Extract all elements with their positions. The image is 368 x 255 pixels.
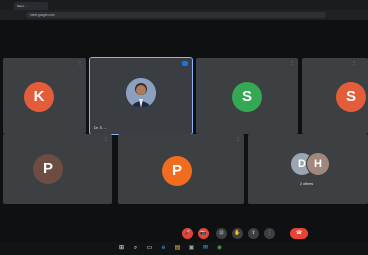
participant-avatar: S: [232, 82, 262, 112]
present-icon: ⇪: [251, 230, 256, 236]
more-icon[interactable]: ⋮: [352, 60, 356, 65]
participant-photo: [126, 78, 156, 108]
camera-off-icon: 📷: [200, 230, 207, 236]
task-view-icon[interactable]: ▭: [146, 244, 153, 252]
more-icon[interactable]: ⋮: [290, 60, 294, 65]
more-icon[interactable]: ⋮: [104, 136, 108, 141]
participant-tile-presenter[interactable]: Dr. S. ...: [89, 57, 193, 135]
person-photo-icon: [126, 78, 156, 108]
more-icon[interactable]: ⋮: [78, 60, 82, 65]
participant-avatar: P: [33, 154, 63, 184]
speaking-indicator-icon: [182, 61, 188, 66]
others-tile[interactable]: D H 2 others: [248, 134, 368, 204]
search-icon[interactable]: ⌕: [132, 244, 139, 252]
present-button[interactable]: ⇪: [248, 228, 259, 239]
participant-tile-p2[interactable]: P ⋮: [118, 134, 244, 204]
mail-icon[interactable]: ✉: [202, 244, 209, 252]
participant-avatar: K: [24, 82, 54, 112]
participant-tile-s1[interactable]: S ⋮: [196, 58, 298, 134]
participant-avatar: S: [336, 82, 366, 112]
browser-tab[interactable]: Meet - ...: [14, 2, 48, 10]
chrome-icon[interactable]: ◉: [216, 244, 223, 252]
store-icon[interactable]: ▣: [188, 244, 195, 252]
mic-off-button[interactable]: 🎤: [182, 228, 193, 239]
windows-taskbar: [0, 242, 368, 255]
address-bar[interactable]: meet.google.com: [26, 12, 326, 18]
others-count-label: 2 others: [300, 182, 313, 186]
phone-hangup-icon: ☎: [295, 230, 303, 236]
hand-icon: ✋: [234, 230, 241, 236]
participant-tile-s2[interactable]: S ⋮: [302, 58, 368, 134]
file-explorer-icon[interactable]: ▤: [174, 244, 181, 252]
browser-tab-bar: Meet - ...: [0, 0, 368, 10]
edge-icon[interactable]: e: [160, 244, 167, 252]
more-icon[interactable]: ⋮: [236, 136, 240, 141]
participant-name: Dr. S. ...: [94, 126, 107, 130]
participant-tile-k[interactable]: K ⋮: [3, 58, 86, 134]
meeting-grid: K ⋮ Dr. S. ... S ⋮ S ⋮ P ⋮ P ⋮ D H 2 oth…: [0, 20, 368, 242]
participant-avatar: H: [306, 152, 330, 176]
captions-icon: ⊡: [219, 230, 224, 236]
more-vert-icon: ⋮: [267, 230, 272, 236]
leave-call-button[interactable]: ☎: [290, 228, 308, 239]
captions-button[interactable]: ⊡: [216, 228, 227, 239]
windows-start-icon[interactable]: ⊞: [118, 244, 125, 252]
more-options-button[interactable]: ⋮: [264, 228, 275, 239]
participant-tile-p1[interactable]: P ⋮: [3, 134, 112, 204]
camera-off-button[interactable]: 📷: [198, 228, 209, 239]
participant-avatar: P: [162, 156, 192, 186]
raise-hand-button[interactable]: ✋: [232, 228, 243, 239]
mic-off-icon: 🎤: [184, 230, 191, 236]
